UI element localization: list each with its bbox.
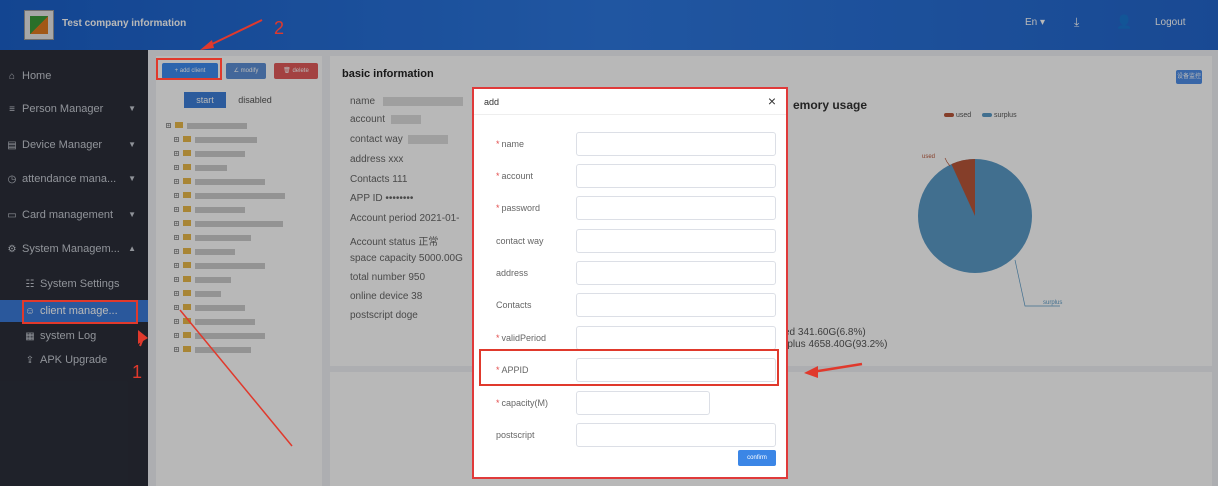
password-input[interactable] <box>576 196 776 220</box>
dialog-header: add × <box>474 89 786 115</box>
arrow-head <box>804 366 818 378</box>
field-label: * name <box>496 139 525 149</box>
field-label: contact way <box>496 236 544 246</box>
required-marker: * <box>496 139 500 149</box>
field-label: * capacity(M) <box>496 398 549 408</box>
arrow-3 <box>811 362 863 374</box>
arrow-2 <box>207 19 263 47</box>
account-input[interactable] <box>576 164 776 188</box>
add-client-dialog: add × * name * account * password contact way a… <box>472 87 788 479</box>
field-label: Contacts <box>496 300 532 310</box>
field-label: postscript <box>496 430 535 440</box>
required-marker: * <box>496 203 500 213</box>
postscript-input[interactable] <box>576 423 776 447</box>
close-icon[interactable]: × <box>768 93 776 109</box>
annotation-line <box>179 309 293 447</box>
arrow-head <box>138 330 148 344</box>
field-label: address <box>496 268 529 278</box>
field-label: * password <box>496 203 541 213</box>
capacity-m-input[interactable] <box>576 391 710 415</box>
contacts-input[interactable] <box>576 293 776 317</box>
dialog-title: add <box>484 97 500 107</box>
required-marker: * <box>496 171 500 181</box>
arrow-head <box>200 40 214 50</box>
address-input[interactable] <box>576 261 776 285</box>
field-label: * validPeriod <box>496 333 547 343</box>
contact-way-input[interactable] <box>576 229 776 253</box>
annotation-box-appid <box>479 349 779 386</box>
confirm-button[interactable]: confirm <box>738 450 776 466</box>
name-input[interactable] <box>576 132 776 156</box>
annotation-number-1: 1 <box>132 362 143 382</box>
required-marker: * <box>496 333 500 343</box>
field-label: * account <box>496 171 534 181</box>
required-marker: * <box>496 398 500 408</box>
validperiod-input[interactable] <box>576 326 776 350</box>
annotation-number-2: 2 <box>274 18 285 38</box>
